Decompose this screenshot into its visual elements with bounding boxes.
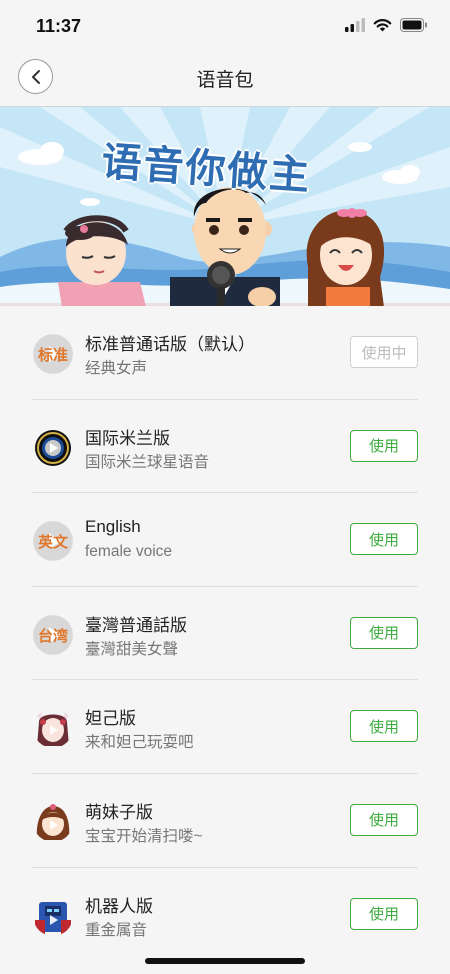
use-button[interactable]: 使用 — [350, 429, 418, 462]
daji-avatar-icon — [33, 708, 73, 749]
icon-label: 英文 — [37, 534, 68, 552]
list-item: 萌妹子版 宝宝开始清扫喽~ 使用 — [0, 774, 450, 868]
robot-avatar-icon — [33, 895, 73, 936]
standard-mandarin-icon: 标准 — [33, 334, 73, 374]
signal-icon — [345, 18, 365, 32]
page-title: 语音包 — [196, 70, 254, 91]
status-bar: 11:37 — [0, 0, 450, 50]
home-indicator[interactable] — [145, 958, 305, 964]
status-time: 11:37 — [36, 16, 82, 36]
in-use-button[interactable]: 使用中 — [350, 336, 418, 368]
list-item: 机器人版 重金属音 使用 — [0, 868, 450, 962]
item-subtitle: 来和妲己玩耍吧 — [85, 734, 194, 752]
voice-pack-list: 标准 标准普通话版（默认） 经典女声 使用中 国际米兰版 国际米兰球星语音 使用 — [0, 306, 450, 961]
icon-label: 台湾 — [37, 627, 68, 645]
item-subtitle: female voice — [85, 543, 173, 561]
item-title: 国际米兰版 — [85, 428, 170, 448]
use-button[interactable]: 使用 — [350, 616, 418, 649]
list-item: 国际米兰版 国际米兰球星语音 使用 — [0, 400, 450, 494]
banner: 语音你做主 — [0, 106, 450, 306]
use-button[interactable]: 使用 — [350, 803, 418, 836]
item-subtitle: 经典女声 — [85, 360, 148, 377]
item-title: 臺灣普通話版 — [85, 615, 187, 635]
taiwan-icon: 台湾 — [33, 614, 73, 655]
list-item: 英文 English female voice 使用 — [0, 493, 450, 587]
list-item: 标准 标准普通话版（默认） 经典女声 使用中 — [0, 306, 450, 400]
wifi-icon — [373, 19, 392, 32]
english-icon: 英文 — [33, 521, 73, 562]
item-title: English — [85, 517, 141, 537]
item-title: 萌妹子版 — [85, 802, 153, 822]
list-item: 妲己版 来和妲己玩耍吧 使用 — [0, 680, 450, 774]
battery-icon — [400, 18, 427, 32]
use-button[interactable]: 使用 — [350, 523, 418, 556]
item-subtitle: 宝宝开始清扫喽~ — [85, 827, 203, 845]
item-subtitle: 重金属音 — [85, 921, 148, 939]
cute-girl-avatar-icon — [33, 801, 73, 842]
icon-label: 标准 — [37, 347, 68, 364]
item-subtitle: 国际米兰球星语音 — [85, 453, 210, 471]
nav-bar: 语音包 — [0, 50, 450, 106]
use-button[interactable]: 使用 — [350, 710, 418, 743]
use-button[interactable]: 使用 — [350, 897, 418, 930]
item-title: 机器人版 — [85, 896, 153, 916]
list-item: 台湾 臺灣普通話版 臺灣甜美女聲 使用 — [0, 587, 450, 681]
item-title: 妲己版 — [85, 709, 136, 729]
item-title: 标准普通话版（默认） — [85, 335, 255, 354]
inter-milan-icon — [33, 428, 73, 468]
item-subtitle: 臺灣甜美女聲 — [85, 640, 179, 658]
status-icons — [345, 18, 428, 32]
